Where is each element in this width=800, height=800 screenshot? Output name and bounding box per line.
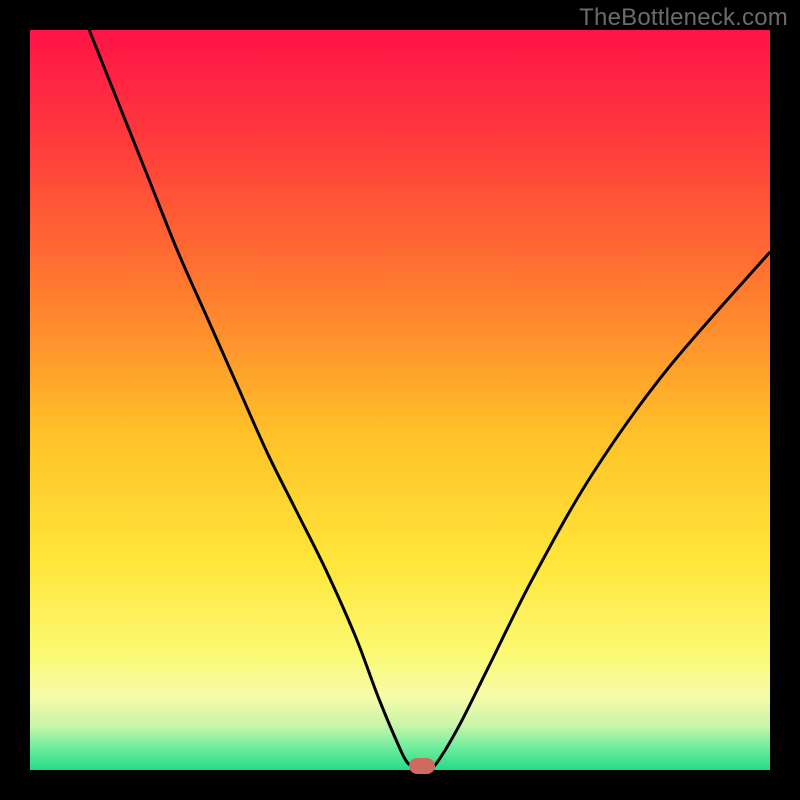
gradient-background bbox=[30, 30, 770, 770]
plot-area bbox=[30, 30, 770, 770]
plot-svg bbox=[30, 30, 770, 770]
chart-frame: TheBottleneck.com bbox=[0, 0, 800, 800]
watermark-text: TheBottleneck.com bbox=[579, 4, 788, 32]
optimal-point-marker bbox=[409, 758, 435, 774]
